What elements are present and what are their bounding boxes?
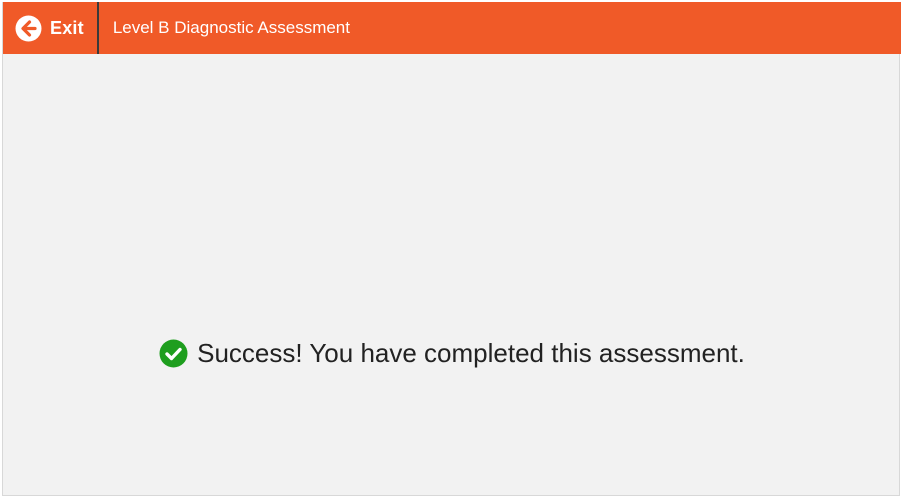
top-bar: Exit Level B Diagnostic Assessment <box>3 2 901 54</box>
completion-message: Success! You have completed this assessm… <box>3 338 901 369</box>
check-circle-icon <box>159 339 188 368</box>
exit-button[interactable]: Exit <box>3 2 97 54</box>
assessment-title: Level B Diagnostic Assessment <box>112 18 350 37</box>
app-frame: Exit Level B Diagnostic Assessment Succe… <box>2 2 901 496</box>
arrow-left-circle-icon <box>15 15 42 42</box>
success-message-text: Success! You have completed this assessm… <box>197 338 745 368</box>
header-divider <box>96 2 99 54</box>
exit-label: Exit <box>50 17 84 38</box>
